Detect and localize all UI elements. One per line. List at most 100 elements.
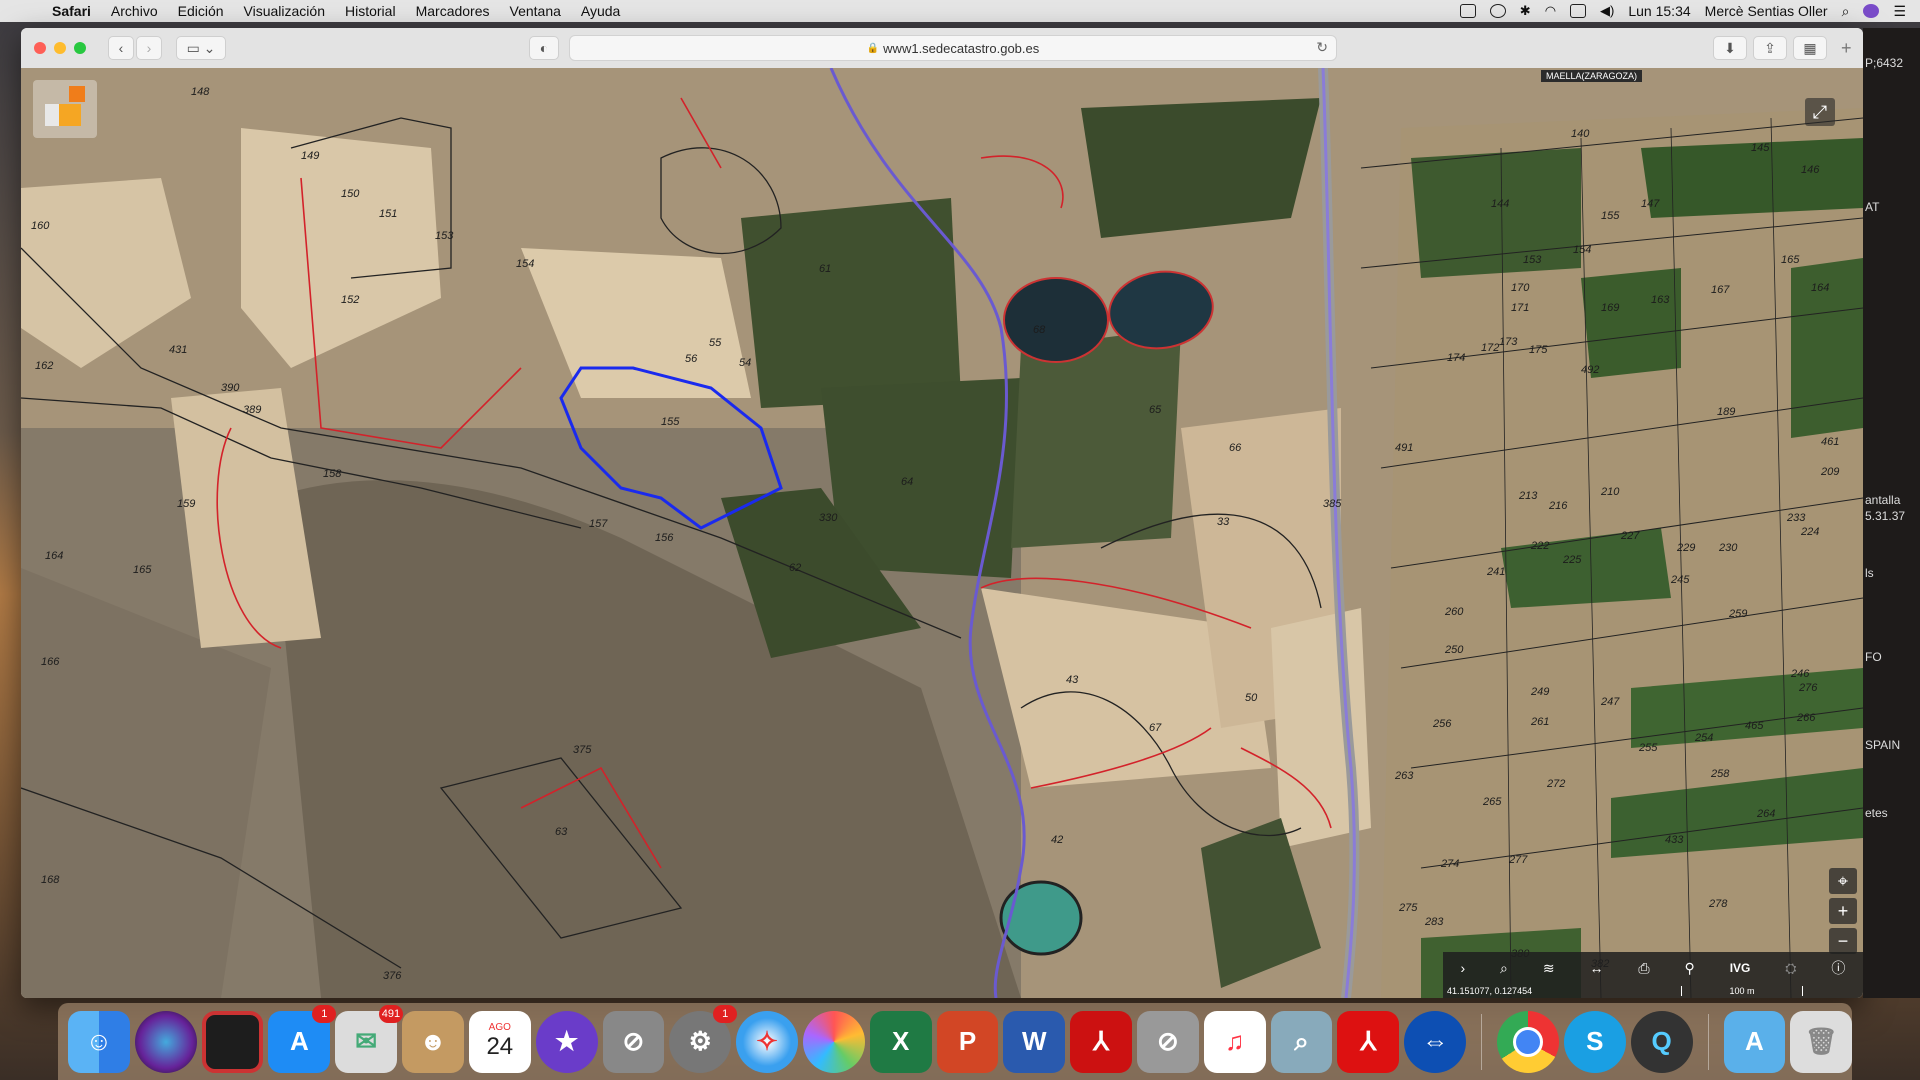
new-tab-button[interactable]: + [1841, 38, 1852, 59]
menu-historial[interactable]: Historial [335, 3, 406, 19]
parcel-number-label: 153 [1523, 254, 1542, 266]
screen-mirroring-icon[interactable] [1459, 4, 1476, 18]
locate-icon[interactable]: ⌖ [1829, 868, 1857, 894]
imovie-icon[interactable]: ★ [535, 1010, 598, 1073]
catastro-logo[interactable] [33, 80, 97, 138]
print-icon[interactable]: ⎙ [1638, 960, 1649, 977]
photos-icon[interactable] [802, 1010, 865, 1073]
info-icon[interactable]: ⓘ [1831, 958, 1845, 978]
teamviewer-icon[interactable]: ⇔ [1404, 1010, 1467, 1073]
privacy-shield-icon[interactable]: ◐ [529, 36, 559, 60]
blocked-app-2-icon[interactable]: ⊘ [1137, 1010, 1199, 1073]
parcel-number-label: 210 [1601, 486, 1620, 498]
acrobat-reader-icon[interactable]: ⅄ [1337, 1010, 1400, 1073]
peek-text: etes [1865, 806, 1888, 820]
expand-toolbar-icon[interactable]: › [1460, 960, 1465, 976]
ivg-button[interactable]: IVG [1730, 961, 1751, 975]
parcel-number-label: 61 [819, 263, 832, 275]
powerpoint-icon[interactable]: P [936, 1010, 999, 1073]
trash-icon[interactable]: 🗑 [1790, 1010, 1853, 1073]
blocked-app-icon[interactable]: ⊘ [602, 1010, 665, 1073]
tab-overview-button[interactable]: ▦ [1793, 36, 1827, 60]
siri-icon[interactable] [134, 1010, 197, 1073]
address-bar[interactable]: 🔒 www1.sedecatastro.gob.es ↻ [569, 35, 1337, 61]
menu-visualizacion[interactable]: Visualización [234, 3, 335, 19]
system-preferences-icon[interactable]: ⚙ 1 [669, 1004, 738, 1073]
prefs-badge: 1 [713, 1004, 738, 1023]
applications-folder-icon[interactable]: A [1723, 1010, 1786, 1073]
mail-icon[interactable]: ✉ 491 [335, 1004, 404, 1073]
cadastre-layer-icon[interactable]: ⛭ [1785, 960, 1796, 977]
safari-window: ‹ › ▭ ⌄ ◐ 🔒 www1.sedecatastro.gob.es ↻ ⬇… [21, 28, 1863, 998]
quicktime-icon[interactable]: Q [1630, 1010, 1693, 1073]
zoom-out-button[interactable]: − [1829, 928, 1857, 954]
siri-icon[interactable] [1863, 4, 1880, 18]
parcel-number-label: 376 [383, 970, 402, 982]
coordinates-text: 41.151077, 0.127454 [1447, 986, 1533, 996]
forward-button[interactable]: › [136, 36, 162, 60]
zoom-in-button[interactable]: + [1829, 898, 1857, 924]
calendar-icon[interactable]: AGO 24 [468, 1010, 531, 1073]
skype-icon[interactable]: S [1563, 1010, 1626, 1073]
word-icon[interactable]: W [1003, 1010, 1066, 1073]
time-machine-icon[interactable] [1489, 4, 1506, 18]
menu-edicion[interactable]: Edición [168, 3, 234, 19]
parcel-number-label: 149 [301, 150, 320, 162]
menu-marcadores[interactable]: Marcadores [406, 3, 500, 19]
excel-icon[interactable]: X [869, 1010, 932, 1073]
search-icon[interactable]: ⌕ [1500, 960, 1508, 977]
photo-booth-icon[interactable] [201, 1010, 264, 1073]
scale-bar: 100 m [1681, 986, 1803, 996]
background-window-peek: P;6432 AT antalla 5.31.37 ls FO SPAIN et… [1863, 28, 1920, 998]
volume-icon[interactable]: ◀) [1600, 3, 1614, 19]
zoom-window-button[interactable] [74, 42, 86, 54]
parcel-number-label: 260 [1445, 606, 1464, 618]
menu-archivo[interactable]: Archivo [101, 3, 168, 19]
minimize-window-button[interactable] [54, 42, 66, 54]
spotlight-search-icon[interactable]: ⌕ [1842, 3, 1850, 20]
menubar-clock[interactable]: Lun 15:34 [1628, 3, 1690, 19]
reload-icon[interactable]: ↻ [1316, 39, 1328, 56]
wifi-icon[interactable]: ◠ [1545, 3, 1556, 19]
parcel-number-label: 189 [1717, 406, 1736, 418]
parcel-number-label: 67 [1149, 722, 1162, 734]
downloads-button[interactable]: ⬇ [1713, 36, 1747, 60]
parcel-number-label: 275 [1399, 902, 1418, 914]
peek-text: 5.31.37 [1865, 509, 1906, 523]
parcel-number-label: 389 [243, 404, 262, 416]
parcel-number-label: 216 [1549, 500, 1568, 512]
sidebar-toggle-button[interactable]: ▭ ⌄ [176, 36, 226, 60]
app-store-icon[interactable]: A1 [268, 1004, 337, 1073]
parcel-number-label: 152 [341, 294, 360, 306]
close-window-button[interactable] [34, 42, 46, 54]
parcel-number-label: 492 [1581, 364, 1600, 376]
app-store-badge: 1 [312, 1004, 337, 1023]
bluetooth-icon[interactable]: ✱ [1520, 3, 1531, 19]
contacts-icon[interactable]: ☻ [402, 1010, 464, 1073]
pin-icon[interactable]: ⚲ [1685, 960, 1695, 977]
safari-icon[interactable]: ✧ [736, 1010, 798, 1073]
acrobat-icon[interactable]: ⅄ [1070, 1010, 1133, 1073]
keyboard-icon[interactable] [1570, 4, 1587, 18]
notification-center-icon[interactable]: ☰ [1893, 3, 1906, 20]
chrome-icon[interactable] [1497, 1010, 1559, 1073]
parcel-number-label: 145 [1751, 142, 1770, 154]
cadastre-map[interactable]: MAELLA(ZARAGOZA) ⤢ 148 149 150 151 153 154 152… [21, 68, 1863, 998]
menu-safari[interactable]: Safari [42, 3, 101, 19]
parcel-number-label: 246 [1791, 668, 1810, 680]
music-icon[interactable]: ♫ [1203, 1010, 1266, 1073]
layers-icon[interactable]: ≋ [1543, 960, 1555, 977]
peek-text: FO [1865, 650, 1882, 664]
fullscreen-expand-icon[interactable]: ⤢ [1805, 98, 1835, 126]
menu-ventana[interactable]: Ventana [500, 3, 571, 19]
parcel-number-label: 64 [901, 476, 914, 488]
menubar-user[interactable]: Mercè Sentias Oller [1705, 3, 1828, 19]
measure-icon[interactable]: ↔ [1589, 960, 1603, 976]
back-button[interactable]: ‹ [108, 36, 134, 60]
menu-ayuda[interactable]: Ayuda [571, 3, 630, 19]
share-button[interactable]: ⇪ [1753, 36, 1787, 60]
parcel-number-label: 390 [221, 382, 240, 394]
parcel-number-label: 165 [1781, 254, 1800, 266]
preview-icon[interactable]: ⌕ [1270, 1010, 1333, 1073]
finder-icon[interactable]: ☺ [68, 1010, 130, 1073]
